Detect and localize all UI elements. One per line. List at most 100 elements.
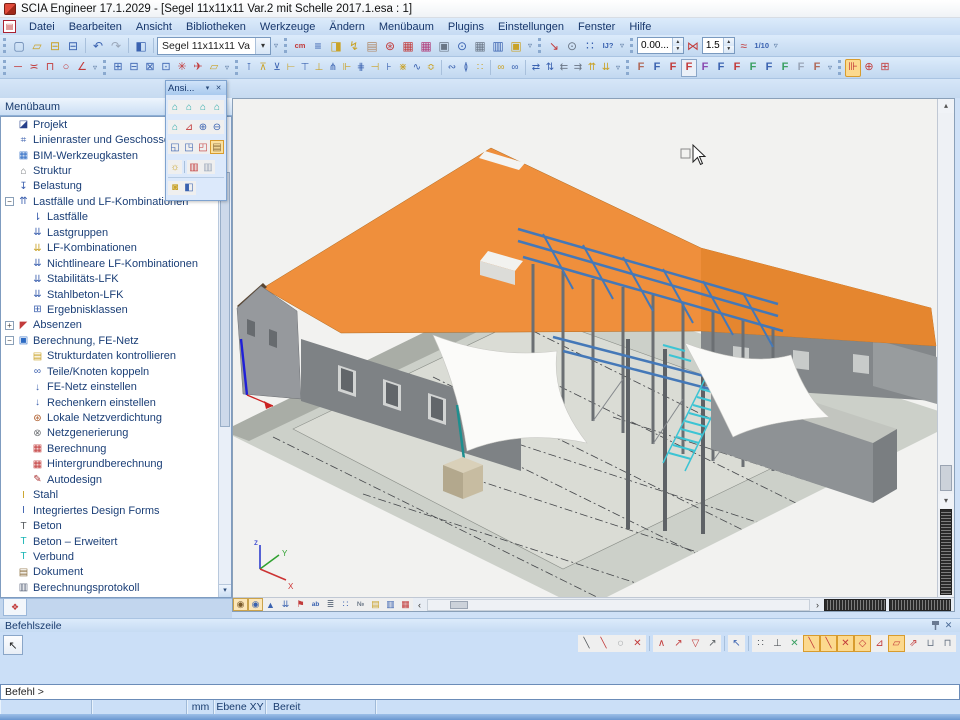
model-3d-canvas[interactable]: z Y X [233, 99, 937, 597]
tree-item-berechnung-fe-netz[interactable]: − ▣ Berechnung, FE-Netz [1, 333, 231, 348]
array-icon[interactable]: ⇊ [599, 59, 613, 77]
snap-grid-icon[interactable]: ∷ [581, 37, 599, 55]
loads-display-icon[interactable]: ⇊ [278, 598, 293, 611]
tree-expander[interactable]: + [5, 321, 14, 330]
view-flag-2-icon[interactable]: F [649, 59, 665, 77]
hinge-start-icon[interactable]: ⊺ [242, 59, 256, 77]
units-settings-icon[interactable]: cm [291, 37, 309, 55]
close-icon[interactable]: ✕ [213, 84, 224, 92]
connect-nodes-icon[interactable]: ∾ [445, 59, 459, 77]
view-flag-9-icon[interactable]: F [761, 59, 777, 77]
layers-icon[interactable]: ≡ [309, 37, 327, 55]
support-bottom-icon[interactable]: ⊥ [312, 59, 326, 77]
viewport-hscrollbar[interactable] [427, 599, 810, 611]
toolbar-overflow-icon[interactable]: ▿ [825, 63, 835, 72]
view-front-icon[interactable]: ⌂ [168, 100, 182, 114]
ortho-icon[interactable]: ⊥ [769, 635, 786, 652]
snap-tangent-icon[interactable]: ⊿ [871, 635, 888, 652]
view-flag-3-icon[interactable]: F [665, 59, 681, 77]
chevron-down-icon[interactable]: ▾ [255, 38, 270, 54]
menu-plugins[interactable]: Plugins [441, 20, 491, 34]
toolbar-overflow-icon[interactable]: ▿ [271, 41, 281, 50]
tree-item-dokument[interactable]: ▤ Dokument [1, 565, 231, 580]
shadow-icon[interactable]: ◙ [168, 181, 182, 195]
check-nodes-icon[interactable]: ∷ [473, 59, 487, 77]
mesh-ball-icon[interactable]: ⊛ [381, 37, 399, 55]
view-flag-8-icon[interactable]: F [745, 59, 761, 77]
circle-dim-icon[interactable]: ○ [58, 59, 74, 77]
tree-expander[interactable]: − [5, 197, 14, 206]
tree-item-lastfaelle[interactable]: ⇂ Lastfälle [1, 210, 231, 225]
view-image-icon[interactable]: ▥ [383, 598, 398, 611]
horizontal-zoom-bar-1[interactable] [824, 599, 886, 611]
project-manager-icon[interactable]: ◧ [132, 37, 150, 55]
menu-menubaum[interactable]: Menübaum [372, 20, 441, 34]
support-point-icon[interactable]: ⊦ [382, 59, 396, 77]
gap-element-icon[interactable]: ≎ [424, 59, 438, 77]
selection-cursor-button[interactable]: ↖ [3, 635, 23, 655]
axonometry-icon[interactable]: ⌂ [168, 120, 182, 134]
menu-bearbeiten[interactable]: Bearbeiten [62, 20, 129, 34]
level-symbol-icon[interactable]: ⊓ [42, 59, 58, 77]
link-pair-icon[interactable]: ∞ [494, 59, 508, 77]
status-state[interactable]: Bereit [266, 700, 376, 714]
print-icon[interactable]: ▣ [435, 37, 453, 55]
scroll-right-icon[interactable]: › [811, 600, 824, 610]
tree-item-stahlbeton-lfk[interactable]: ⇊ Stahlbeton-LFK [1, 287, 231, 302]
view-settings-icon[interactable]: ▥ [187, 160, 201, 174]
model-params-icon[interactable]: ≣ [323, 598, 338, 611]
tree-scrollbar-thumb[interactable] [220, 172, 230, 427]
weld-symbol-icon[interactable]: ≍ [26, 59, 42, 77]
status-plane[interactable]: Ebene XY [214, 700, 266, 714]
palette-header[interactable]: Ansi... ▾ ✕ [166, 81, 226, 95]
viewport-vscrollbar[interactable]: ▴ ▾ [937, 99, 954, 597]
scale-ratio-icon[interactable]: 1/10 [753, 37, 771, 55]
toolbar-grip[interactable] [3, 38, 7, 53]
light-icon[interactable]: ☼ [168, 160, 182, 174]
dot-grid-snap-icon[interactable]: ∷ [752, 635, 769, 652]
toolbar-grip[interactable] [3, 60, 7, 75]
tree-item-stahl[interactable]: I Stahl [1, 488, 231, 503]
scale-icon[interactable]: ⇈ [585, 59, 599, 77]
paste-view-icon[interactable]: ⊞ [110, 59, 126, 77]
view-top-icon[interactable]: ⌂ [196, 100, 210, 114]
toolbar-overflow-icon[interactable]: ▿ [90, 63, 100, 72]
toolbar-grip[interactable] [538, 38, 542, 53]
menu-hilfe[interactable]: Hilfe [622, 20, 658, 34]
image-export-icon[interactable]: ▣ [507, 37, 525, 55]
print-preview-icon[interactable]: ⊙ [453, 37, 471, 55]
snap-edge-icon[interactable]: ↗ [670, 635, 687, 652]
snap-intersection-icon[interactable]: ✕ [837, 635, 854, 652]
check-structure-icon[interactable]: ↘ [545, 37, 563, 55]
tree-item-strukturdaten[interactable]: ▤ Strukturdaten kontrollieren [1, 349, 231, 364]
rotate-icon[interactable]: ⇅ [543, 59, 557, 77]
toolbar-grip[interactable] [630, 38, 634, 53]
horizontal-zoom-bar-2[interactable] [889, 599, 951, 611]
snap-surface-icon[interactable]: ▽ [687, 635, 704, 652]
view-flag-4-icon[interactable]: F [681, 59, 697, 77]
tree-item-autodesign[interactable]: ✎ Autodesign [1, 472, 231, 487]
tree-item-beton[interactable]: T Beton [1, 518, 231, 533]
tree-expander[interactable]: − [5, 336, 14, 345]
support-top-icon[interactable]: ⊤ [298, 59, 312, 77]
numbering-icon[interactable]: № [353, 598, 368, 611]
hinge-both-icon[interactable]: ⊻ [270, 59, 284, 77]
menu-ansicht[interactable]: Ansicht [129, 20, 179, 34]
folder-open-icon[interactable]: ▱ [206, 59, 222, 77]
tree-item-berechnung[interactable]: ▦ Berechnung [1, 441, 231, 456]
angle-symbol-icon[interactable]: ⋈ [684, 37, 702, 55]
copy-view-icon[interactable]: ⊟ [126, 59, 142, 77]
toolbar-overflow-icon[interactable]: ▿ [617, 41, 627, 50]
tree-item-ergebnisklassen[interactable]: ⊞ Ergebnisklassen [1, 302, 231, 317]
render-params-icon[interactable]: ▤ [368, 598, 383, 611]
view-side-icon[interactable]: ⌂ [182, 100, 196, 114]
menu-werkzeuge[interactable]: Werkzeuge [253, 20, 322, 34]
search-icon[interactable]: ⊙ [563, 37, 581, 55]
mesh-view-icon[interactable]: ▦ [398, 598, 413, 611]
tree-item-hintergrundberechnung[interactable]: ▦ Hintergrundberechnung [1, 457, 231, 472]
snap-midpoint-icon[interactable]: ╲ [820, 635, 837, 652]
vscroll-thumb[interactable] [940, 465, 952, 491]
disconnect-nodes-icon[interactable]: ≬ [459, 59, 473, 77]
support-fixed-icon[interactable]: ⊢ [284, 59, 298, 77]
tree-item-rechenkern[interactable]: ↓ Rechenkern einstellen [1, 395, 231, 410]
